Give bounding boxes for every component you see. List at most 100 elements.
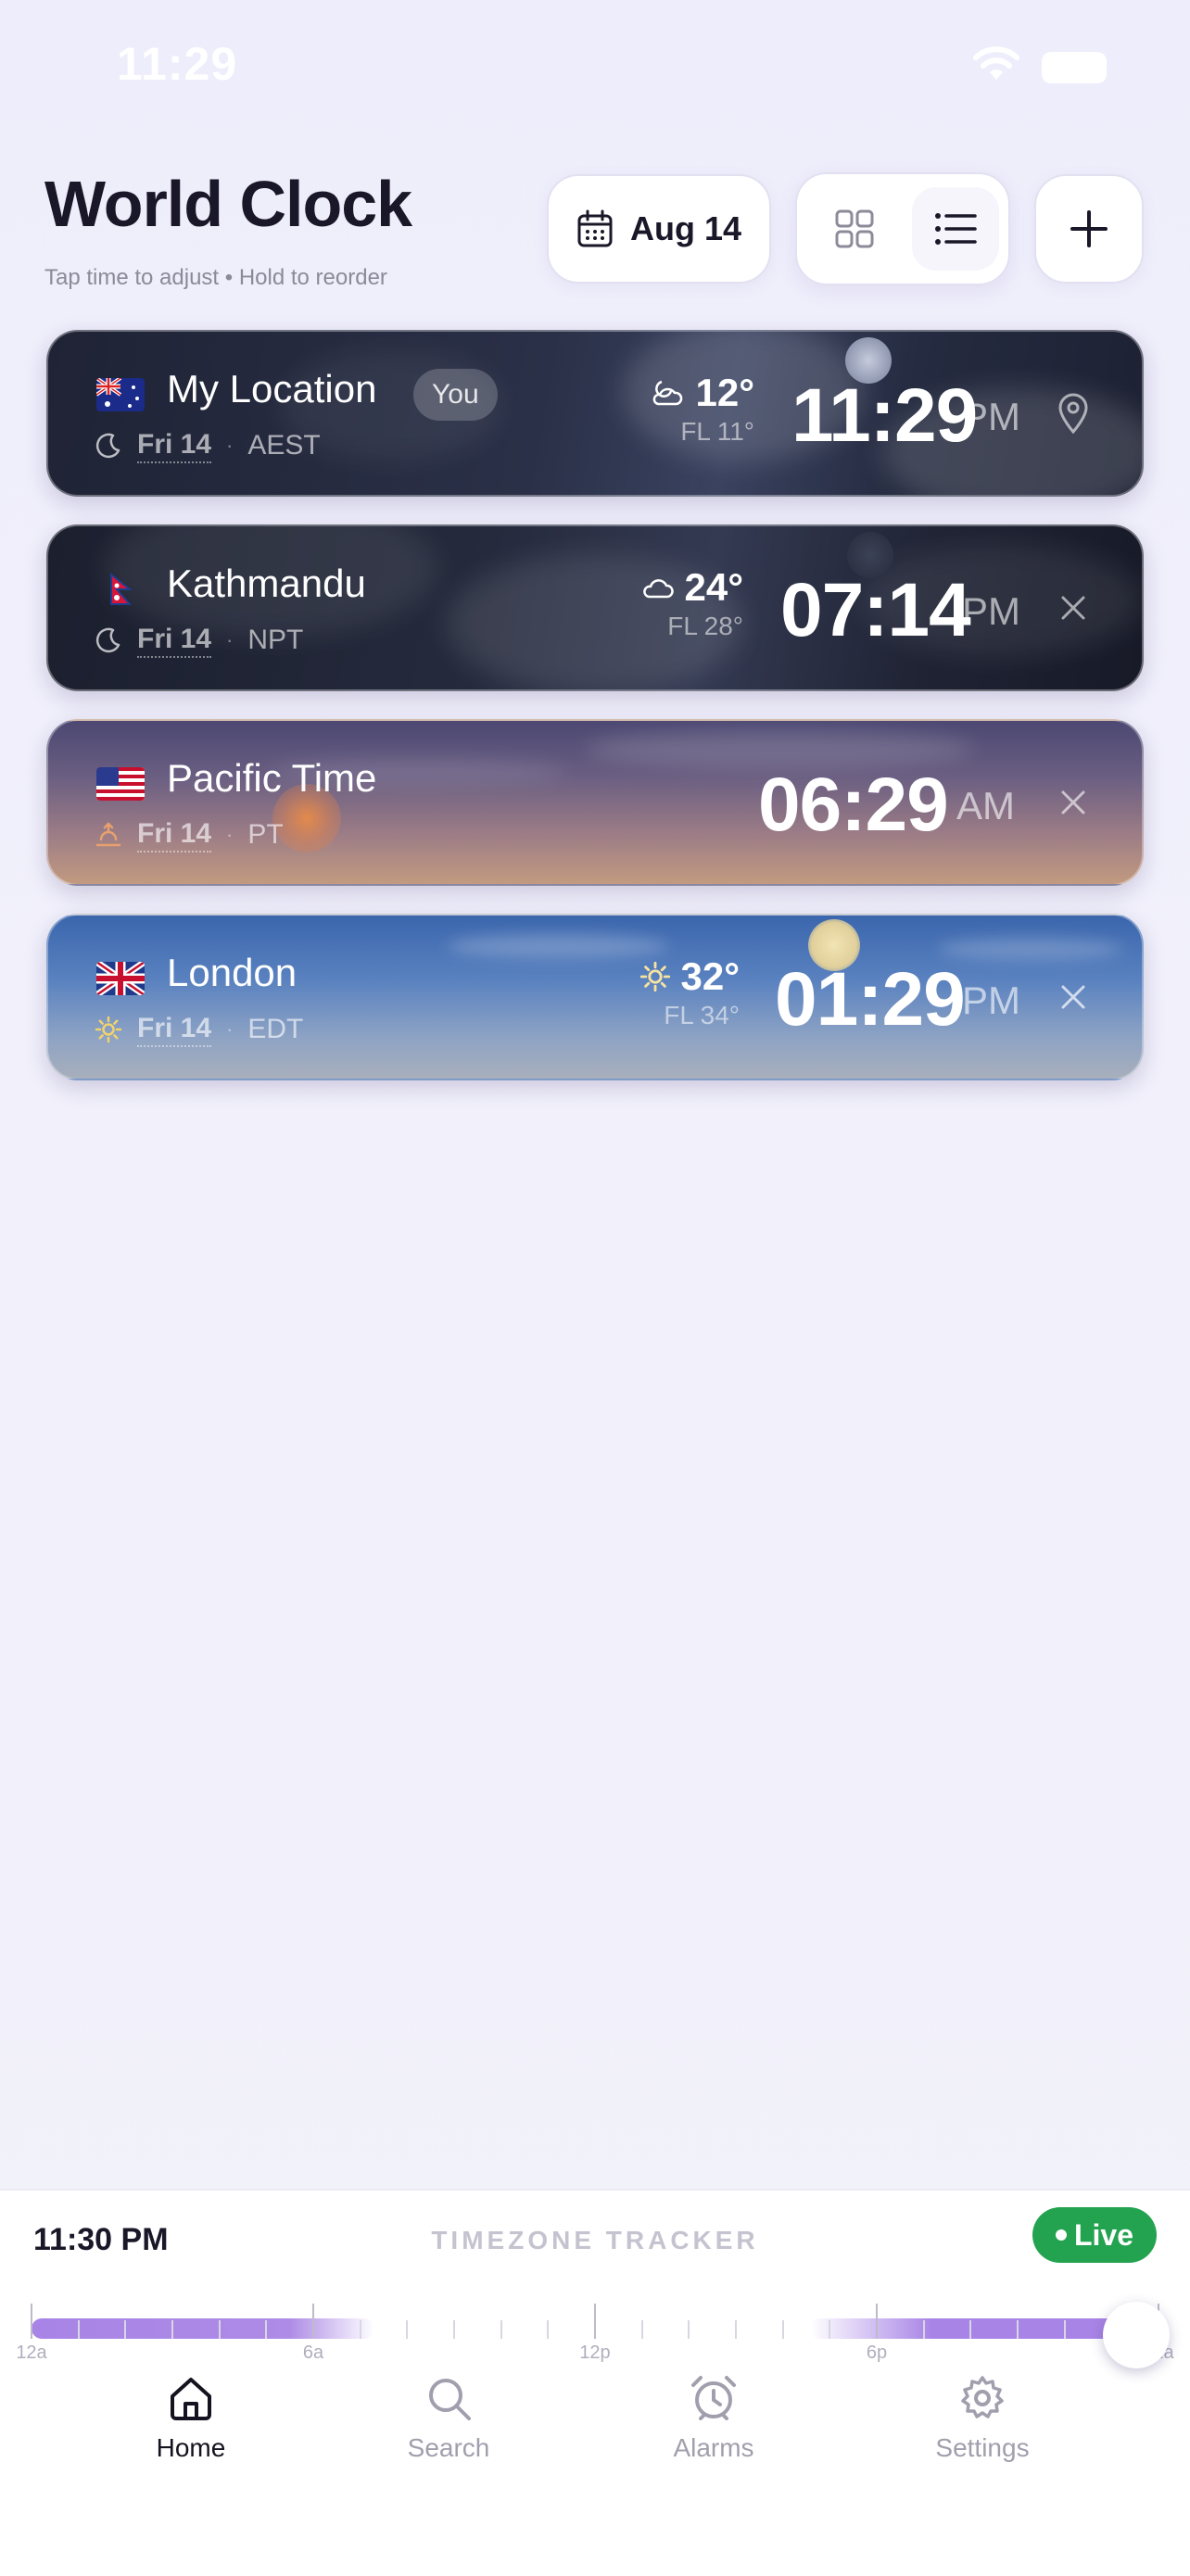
night-band bbox=[32, 2318, 374, 2339]
remove-city-button[interactable] bbox=[1051, 975, 1095, 1019]
tab-label: Search bbox=[407, 2433, 490, 2462]
hour-tick bbox=[1017, 2320, 1019, 2339]
city-card-my-location[interactable]: My Location You Fri 14 · AEST 12° FL 11°… bbox=[46, 330, 1144, 497]
hour-tick bbox=[218, 2320, 221, 2339]
city-meta: Fri 14 · EDT bbox=[95, 1012, 303, 1047]
hour-tick bbox=[1063, 2320, 1066, 2339]
temperature: 12° bbox=[695, 371, 754, 414]
city-name: London bbox=[167, 951, 298, 994]
close-icon bbox=[1061, 790, 1085, 814]
hour-tick bbox=[969, 2320, 972, 2339]
close-icon bbox=[1061, 985, 1085, 1009]
hour-tick bbox=[124, 2320, 127, 2339]
city-day: Fri 14 bbox=[137, 817, 212, 852]
tab-bar: Home Search Alarms Settings bbox=[0, 2372, 1190, 2502]
tab-label: Settings bbox=[935, 2433, 1030, 2462]
gear-icon bbox=[961, 2376, 1004, 2418]
location-pin-icon bbox=[1058, 393, 1088, 434]
tab-label: Home bbox=[156, 2433, 226, 2462]
live-button[interactable]: Live bbox=[1032, 2207, 1157, 2263]
add-city-button[interactable] bbox=[1034, 174, 1144, 284]
tab-label: Alarms bbox=[673, 2433, 754, 2462]
city-name: My Location bbox=[167, 367, 377, 410]
timezone-slider[interactable]: 12a 6a 12p 6p 12a bbox=[16, 2300, 1174, 2368]
city-ampm: PM bbox=[962, 979, 1020, 1022]
hour-tick bbox=[265, 2320, 268, 2339]
city-meta: Fri 14 · NPT bbox=[95, 623, 303, 658]
close-icon bbox=[1061, 596, 1085, 620]
sunrise-icon bbox=[95, 822, 121, 847]
wifi-icon bbox=[973, 46, 1019, 80]
hour-tick bbox=[406, 2320, 409, 2339]
tab-alarms[interactable]: Alarms bbox=[621, 2372, 806, 2463]
remove-city-button[interactable] bbox=[1051, 780, 1095, 825]
grid-icon bbox=[835, 209, 874, 248]
temperature: 32° bbox=[680, 954, 740, 998]
city-card-pacific-time[interactable]: Pacific Time Fri 14 · PT 06:29 AM bbox=[46, 719, 1144, 886]
city-day: Fri 14 bbox=[137, 623, 212, 658]
city-ampm: AM bbox=[956, 784, 1015, 827]
feels-like: FL 11° bbox=[680, 417, 754, 446]
date-picker-button[interactable]: Aug 14 bbox=[547, 174, 771, 284]
hour-tick bbox=[547, 2320, 550, 2339]
live-label: Live bbox=[1073, 2217, 1134, 2252]
city-day: Fri 14 bbox=[137, 428, 212, 463]
city-meta: Fri 14 · AEST bbox=[95, 428, 321, 463]
moon-icon bbox=[95, 627, 120, 653]
page-title: World Clock bbox=[44, 168, 412, 240]
city-ampm: PM bbox=[962, 589, 1020, 633]
city-timezone: AEST bbox=[247, 430, 321, 461]
weather-info: 12° FL 11° bbox=[649, 371, 754, 447]
sun-icon bbox=[95, 1016, 122, 1043]
tick-label-12a: 12a bbox=[16, 2342, 47, 2363]
tick-label-12p: 12p bbox=[579, 2342, 611, 2363]
hour-tick bbox=[359, 2320, 361, 2339]
city-time[interactable]: 01:29 bbox=[775, 956, 966, 1043]
tick-label-6p: 6p bbox=[866, 2342, 888, 2363]
tab-settings[interactable]: Settings bbox=[890, 2372, 1075, 2463]
city-time[interactable]: 06:29 bbox=[758, 762, 949, 849]
city-time[interactable]: 07:14 bbox=[780, 567, 971, 654]
city-ampm: PM bbox=[962, 395, 1020, 438]
grid-view-button[interactable] bbox=[814, 189, 895, 269]
date-label: Aug 14 bbox=[629, 209, 742, 247]
hour-tick bbox=[688, 2320, 690, 2339]
city-day: Fri 14 bbox=[137, 1012, 212, 1047]
location-pin-button[interactable] bbox=[1051, 391, 1095, 436]
city-time[interactable]: 11:29 bbox=[791, 373, 978, 460]
hour-tick bbox=[453, 2320, 455, 2339]
feels-like: FL 34° bbox=[664, 1001, 740, 1029]
page-subtitle: Tap time to adjust • Hold to reorder bbox=[44, 265, 387, 290]
alarm-icon bbox=[691, 2376, 736, 2420]
list-view-button[interactable] bbox=[912, 187, 999, 271]
slider-knob[interactable] bbox=[1102, 2302, 1170, 2368]
sun-icon bbox=[640, 961, 671, 992]
hour-tick bbox=[640, 2320, 643, 2339]
flag-usa-icon bbox=[96, 767, 145, 801]
tab-home[interactable]: Home bbox=[98, 2372, 284, 2463]
major-tick bbox=[876, 2304, 878, 2339]
hour-tick bbox=[77, 2320, 80, 2339]
plus-icon bbox=[1070, 210, 1108, 247]
tab-search[interactable]: Search bbox=[356, 2372, 541, 2463]
feels-like: FL 28° bbox=[667, 612, 743, 640]
city-meta: Fri 14 · PT bbox=[95, 817, 284, 852]
list-icon bbox=[935, 213, 977, 245]
city-name: Pacific Time bbox=[167, 756, 377, 800]
flag-australia-icon bbox=[96, 378, 145, 411]
flag-nepal-icon bbox=[110, 573, 133, 605]
view-mode-toggle bbox=[795, 172, 1010, 285]
calendar-icon bbox=[577, 209, 613, 247]
city-card-london[interactable]: London Fri 14 · EDT 32° FL 34° 01:29 PM bbox=[46, 914, 1144, 1080]
city-timezone: EDT bbox=[247, 1014, 304, 1044]
remove-city-button[interactable] bbox=[1051, 586, 1095, 630]
temperature: 24° bbox=[684, 565, 743, 609]
status-bar-time: 11:29 bbox=[117, 38, 238, 90]
hour-tick bbox=[829, 2320, 831, 2339]
partly-cloudy-night-icon bbox=[653, 380, 683, 406]
hour-tick bbox=[922, 2320, 925, 2339]
city-name: Kathmandu bbox=[167, 562, 366, 605]
weather-info: 32° FL 34° bbox=[639, 954, 740, 1030]
hour-tick bbox=[171, 2320, 173, 2339]
city-card-kathmandu[interactable]: Kathmandu Fri 14 · NPT 24° FL 28° 07:14 … bbox=[46, 524, 1144, 691]
